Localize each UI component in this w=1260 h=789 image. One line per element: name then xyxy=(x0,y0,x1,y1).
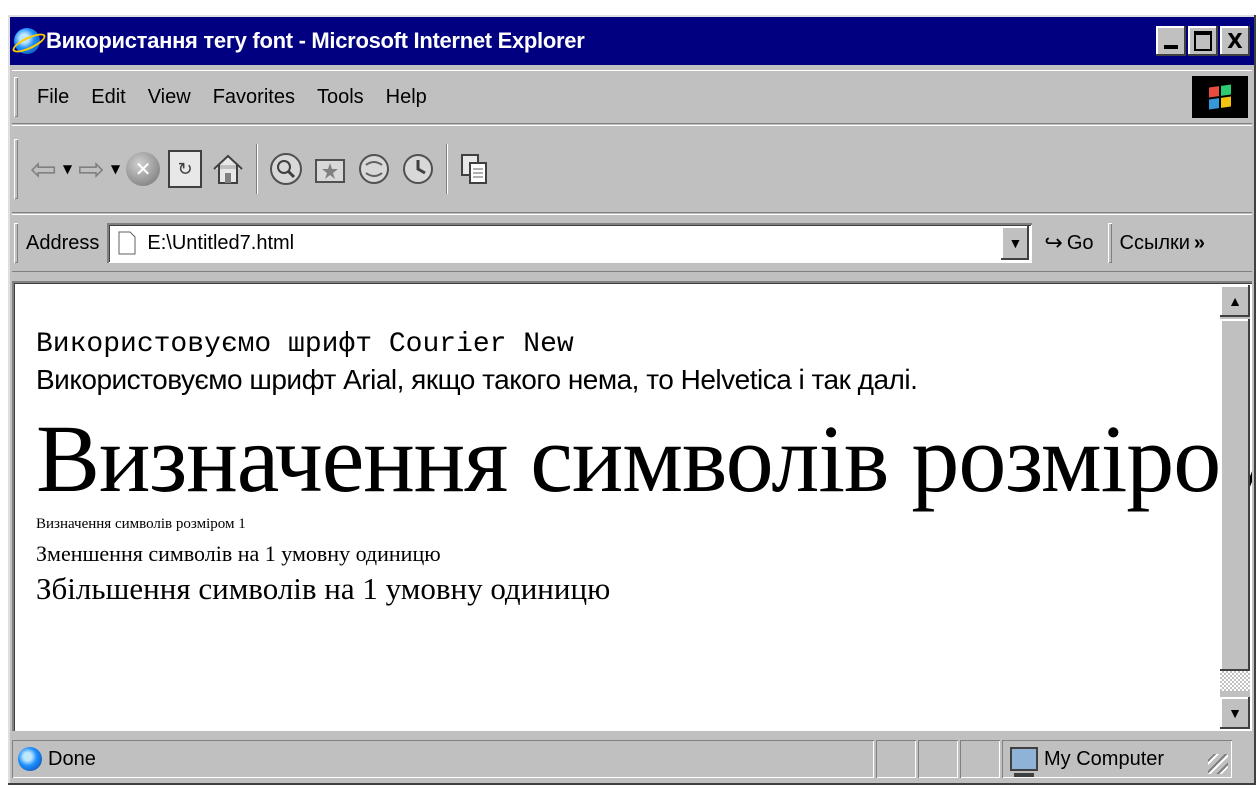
browser-window: Використання тегу font - Microsoft Inter… xyxy=(8,15,1256,785)
minimize-icon xyxy=(1164,45,1178,49)
window-title: Використання тегу font - Microsoft Inter… xyxy=(46,28,585,53)
text-arial: Використовуємо шрифт Arial, якщо такого … xyxy=(36,364,918,395)
maximize-icon xyxy=(1194,31,1212,51)
menu-favorites[interactable]: Favorites xyxy=(213,86,295,109)
scroll-down-icon: ▼ xyxy=(1228,705,1242,721)
chevron-down-icon: ▼ xyxy=(110,162,121,176)
media-button[interactable] xyxy=(356,144,392,194)
scroll-up-icon: ▲ xyxy=(1228,293,1242,309)
window-controls: X xyxy=(1156,26,1250,56)
resize-grip[interactable] xyxy=(1208,754,1228,774)
search-icon xyxy=(270,153,303,185)
status-bar: Done My Computer xyxy=(12,737,1252,781)
toolbar-separator xyxy=(446,144,448,194)
links-toolbar[interactable]: Ссылки » xyxy=(1106,223,1206,263)
scroll-thumb[interactable] xyxy=(1220,319,1250,671)
links-more-icon[interactable]: » xyxy=(1194,232,1205,255)
text-courier: Використовуємо шрифт Courier New xyxy=(36,329,574,360)
status-pane xyxy=(918,740,958,778)
back-icon: ⇦ xyxy=(30,150,57,188)
maximize-button[interactable] xyxy=(1188,26,1218,56)
refresh-icon: ↻ xyxy=(168,150,203,188)
stop-icon: ✕ xyxy=(126,152,161,186)
chevron-down-icon: ▼ xyxy=(62,162,73,176)
go-label: Go xyxy=(1066,231,1094,254)
copy-icon xyxy=(461,154,488,184)
copy-button[interactable] xyxy=(458,144,490,194)
ie-logo-icon[interactable] xyxy=(14,28,40,54)
toolbar-separator xyxy=(256,144,258,194)
scroll-up-button[interactable]: ▲ xyxy=(1220,285,1250,317)
go-button[interactable]: ↪ Go xyxy=(1044,230,1093,256)
search-button[interactable] xyxy=(268,144,304,194)
page-content[interactable]: Використовуємо шрифт Courier New Викорис… xyxy=(12,281,1252,731)
address-dropdown-button[interactable]: ▼ xyxy=(1001,226,1030,260)
menu-bar: File Edit View Favorites Tools Help xyxy=(12,70,1252,124)
text-size-minus-1: Зменшення символів на 1 умовну одиницю xyxy=(36,541,441,567)
windows-throbber-logo xyxy=(1192,76,1248,118)
address-bar: Address E:\Untitled7.html ▼ ↪ Go Ссылки … xyxy=(12,214,1252,272)
menu-help[interactable]: Help xyxy=(386,86,427,109)
favorites-icon xyxy=(315,159,346,183)
back-button[interactable]: ⇦ xyxy=(30,144,57,194)
stop-button[interactable]: ✕ xyxy=(126,144,161,194)
standard-toolbar: ⇦ ▼ ⇨ ▼ ✕ ↻ xyxy=(12,125,1252,213)
go-arrow-icon: ↪ xyxy=(1044,230,1063,255)
my-computer-icon xyxy=(1010,747,1038,777)
address-value: E:\Untitled7.html xyxy=(147,231,295,254)
status-text: Done xyxy=(48,747,96,770)
scroll-track[interactable] xyxy=(1220,671,1250,691)
menu-edit[interactable]: Edit xyxy=(91,86,125,109)
windows-flag-icon xyxy=(1209,84,1231,110)
scroll-down-button[interactable]: ▼ xyxy=(1220,697,1250,729)
security-zone-pane[interactable]: My Computer xyxy=(1002,740,1232,778)
address-bar-grip[interactable] xyxy=(14,223,18,263)
vertical-scrollbar[interactable]: ▲ ▼ xyxy=(1220,285,1250,729)
media-icon xyxy=(359,154,390,184)
menu-favorites-label: Favorites xyxy=(212,85,295,108)
status-pane xyxy=(876,740,916,778)
history-button[interactable] xyxy=(400,144,436,194)
home-button[interactable] xyxy=(210,144,246,194)
menu-tools-label: Tools xyxy=(316,85,364,108)
links-grip[interactable] xyxy=(1108,223,1112,263)
text-size-plus-1: Збільшення символів на 1 умовну одиницю xyxy=(36,571,611,607)
home-icon xyxy=(213,154,243,184)
status-pane xyxy=(960,740,1000,778)
menu-file[interactable]: File xyxy=(37,86,69,109)
menu-bar-grip[interactable] xyxy=(14,77,18,117)
title-bar[interactable]: Використання тегу font - Microsoft Inter… xyxy=(10,17,1254,65)
chevron-down-icon: ▼ xyxy=(1008,235,1023,251)
close-button[interactable]: X xyxy=(1220,26,1250,56)
close-icon: X xyxy=(1227,29,1243,53)
forward-button[interactable]: ⇨ xyxy=(78,144,105,194)
zone-label: My Computer xyxy=(1044,747,1165,770)
menu-file-label: File xyxy=(37,85,70,108)
forward-dropdown[interactable]: ▼ xyxy=(111,144,120,194)
back-dropdown[interactable]: ▼ xyxy=(63,144,72,194)
menu-help-label: Help xyxy=(385,85,427,108)
menu-edit-label: Edit xyxy=(91,85,126,108)
address-input[interactable]: E:\Untitled7.html ▼ xyxy=(107,223,1033,263)
refresh-button[interactable]: ↻ xyxy=(168,144,203,194)
history-icon xyxy=(403,154,434,184)
text-size-1: Визначення символів розміром 1 xyxy=(36,516,246,533)
text-size-7: Визначення символів розміром 7 xyxy=(36,405,1252,512)
document-body: Використовуємо шрифт Courier New Викорис… xyxy=(36,329,1252,607)
favorites-button[interactable] xyxy=(312,144,348,194)
toolbar-grip[interactable] xyxy=(14,139,18,199)
page-icon xyxy=(118,231,136,255)
address-label: Address xyxy=(26,231,100,254)
ie-page-icon xyxy=(18,747,42,771)
menu-view[interactable]: View xyxy=(148,86,191,109)
menu-view-label: View xyxy=(147,85,191,108)
minimize-button[interactable] xyxy=(1156,26,1186,56)
menu-tools[interactable]: Tools xyxy=(317,86,364,109)
links-label: Ссылки xyxy=(1119,231,1190,254)
forward-icon: ⇨ xyxy=(78,150,105,188)
status-text-pane: Done xyxy=(12,740,874,778)
